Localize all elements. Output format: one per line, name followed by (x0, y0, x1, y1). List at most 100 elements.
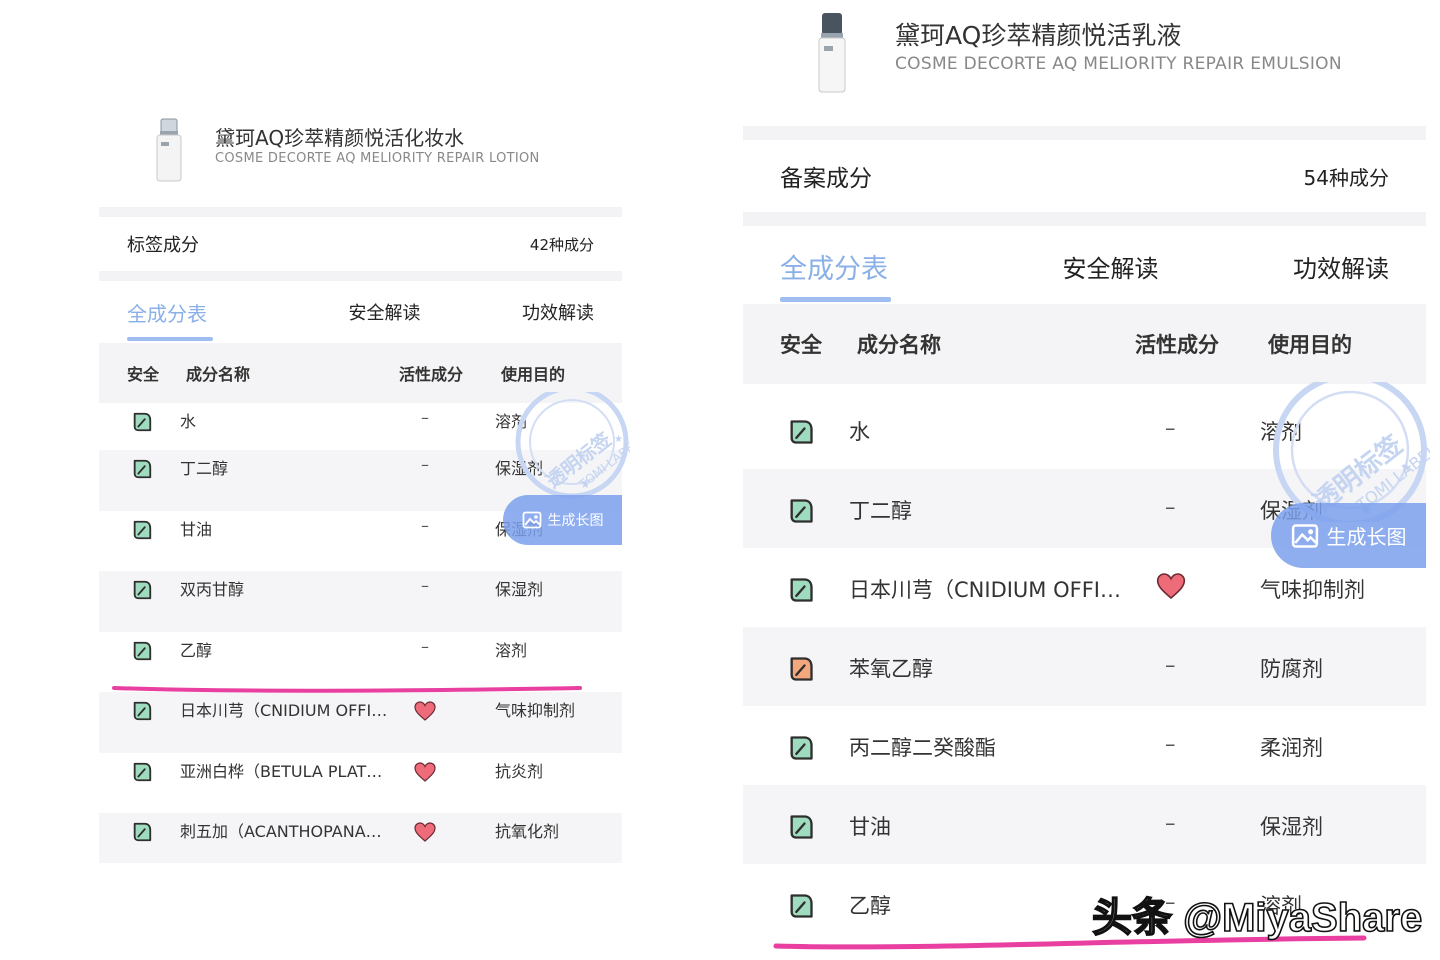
safety-leaf-icon (790, 657, 813, 681)
safety-cell (131, 640, 153, 662)
left-tab-safety-analysis[interactable]: 安全解读 (349, 299, 421, 325)
left-product-english-name: COSME DECORTE AQ MELIORITY REPAIR LOTION (215, 151, 540, 166)
active-heart-icon (414, 822, 436, 842)
ingredient-row[interactable]: 亚洲白桦（BETULA PLAT… 抗炎剂 (99, 753, 622, 814)
active-cell: – (421, 455, 429, 474)
right-ingredient-list: 水 – 溶剂丁二醇 – 保湿剂 日本川芎（CNIDIUM OFFI… 气味抑制剂苯氧乙醇 – 防… (743, 390, 1426, 960)
active-cell: – (1165, 653, 1176, 677)
ingredient-row[interactable]: 日本川芎（CNIDIUM OFFI… 气味抑制剂 (99, 692, 622, 753)
ingredient-name: 苯氧乙醇 (849, 657, 933, 681)
safety-cell (787, 576, 815, 604)
active-cell: – (421, 636, 429, 656)
ingredient-purpose: 溶剂 (495, 640, 528, 660)
active-heart-icon (414, 701, 436, 721)
left-active-tab-indicator (127, 337, 213, 341)
active-cell (413, 820, 437, 844)
left-header-safety: 安全 (127, 365, 160, 384)
safety-cell (131, 700, 153, 722)
right-ingredient-summary[interactable]: 备案成分 54种成分 (743, 140, 1426, 212)
active-cell: – (1165, 811, 1176, 835)
active-cell: – (1165, 495, 1176, 519)
right-product-english-name: COSME DECORTE AQ MELIORITY REPAIR EMULSI… (895, 54, 1342, 74)
safety-cell (131, 458, 153, 480)
safety-leaf-icon (790, 420, 813, 444)
lotion-bottle-image (156, 118, 182, 182)
ingredient-purpose: 气味抑制剂 (1260, 578, 1365, 602)
safety-cell (787, 497, 815, 525)
right-tab-safety-analysis[interactable]: 安全解读 (1063, 249, 1159, 284)
left-generate-long-image-button[interactable]: 生成长图 (503, 495, 622, 545)
active-cell: – (421, 408, 429, 427)
left-product-name: 黛珂AQ珍萃精颜悦活化妆水 (215, 126, 465, 150)
left-generate-button-label: 生成长图 (547, 513, 604, 529)
ingredient-name: 亚洲白桦（BETULA PLAT… (180, 761, 383, 781)
active-cell (1155, 570, 1187, 602)
ingredient-row[interactable]: 甘油 – 保湿剂 (743, 785, 1426, 864)
left-tab-full-ingredients[interactable]: 全成分表 (127, 298, 207, 327)
left-pink-highlight-underline (112, 686, 582, 693)
safety-leaf-icon (133, 822, 152, 842)
ingredient-row[interactable]: 双丙甘醇 – 保湿剂 (99, 571, 622, 632)
right-active-tab-indicator (780, 297, 891, 302)
safety-leaf-icon (133, 580, 152, 600)
ingredient-purpose: 气味抑制剂 (495, 701, 576, 720)
ingredient-row[interactable]: 刺五加（ACANTHOPANA… 抗氧化剂 (99, 813, 622, 863)
active-cell: – (1165, 416, 1176, 440)
left-header-active: 活性成分 (399, 365, 464, 384)
ingredient-purpose: 溶剂 (1260, 420, 1302, 444)
left-table-header: 安全 成分名称 活性成分 使用目的 (99, 343, 622, 403)
safety-cell (787, 655, 815, 683)
left-summary-count: 42种成分 (529, 235, 594, 254)
active-cell: – (1165, 732, 1176, 756)
ingredient-purpose: 保湿剂 (495, 580, 544, 599)
active-heart-icon (414, 761, 436, 782)
left-ingredient-summary[interactable]: 标签成分 42种成分 (99, 217, 622, 271)
ingredient-name: 甘油 (180, 519, 213, 539)
right-table-header: 安全 成分名称 活性成分 使用目的 (743, 304, 1426, 384)
safety-leaf-icon (790, 894, 813, 918)
right-header-name: 成分名称 (857, 333, 941, 357)
ingredient-name: 日本川芎（CNIDIUM OFFI… (849, 578, 1121, 602)
left-tab-efficacy-analysis[interactable]: 功效解读 (522, 299, 594, 325)
left-summary-label: 标签成分 (127, 235, 199, 256)
ingredient-name: 双丙甘醇 (180, 580, 245, 599)
right-generate-button-label: 生成长图 (1326, 525, 1407, 549)
right-header-purpose: 使用目的 (1268, 333, 1352, 357)
right-divider-band (743, 126, 1426, 140)
right-product-panel: 黛珂AQ珍萃精颜悦活乳液 COSME DECORTE AQ MELIORITY … (720, 0, 1440, 960)
right-tab-bar: 全成分表 安全解读 功效解读 (743, 226, 1426, 306)
safety-leaf-icon (133, 641, 152, 660)
ingredient-name: 水 (180, 412, 197, 431)
left-product-panel: 黛珂AQ珍萃精颜悦活化妆水 COSME DECORTE AQ MELIORITY… (0, 0, 720, 960)
safety-cell (131, 579, 153, 601)
ingredient-row[interactable]: 苯氧乙醇 – 防腐剂 (743, 627, 1426, 706)
right-divider-band-2 (743, 212, 1426, 226)
active-cell (413, 699, 437, 723)
ingredient-purpose: 防腐剂 (1260, 657, 1323, 681)
safety-cell (787, 813, 815, 841)
ingredient-name: 乙醇 (849, 894, 891, 918)
ingredient-row[interactable]: 丙二醇二癸酸酯 – 柔润剂 (743, 706, 1426, 785)
ingredient-row[interactable]: 水 – 溶剂 (743, 390, 1426, 469)
ingredient-purpose: 保湿剂 (495, 459, 544, 478)
ingredient-name: 甘油 (849, 815, 891, 839)
ingredient-purpose: 抗炎剂 (495, 761, 544, 781)
ingredient-name: 刺五加（ACANTHOPANA… (180, 822, 382, 841)
emulsion-bottle-image (818, 13, 846, 93)
right-generate-long-image-button[interactable]: 生成长图 (1271, 503, 1426, 568)
safety-leaf-icon (133, 459, 152, 479)
image-icon (1291, 523, 1318, 548)
active-cell: – (421, 515, 429, 535)
right-tab-full-ingredients[interactable]: 全成分表 (780, 247, 888, 286)
ingredient-row[interactable]: 水 – 溶剂 (99, 403, 622, 450)
active-cell: – (421, 576, 429, 595)
safety-cell (131, 821, 153, 843)
right-tab-efficacy-analysis[interactable]: 功效解读 (1293, 249, 1389, 284)
right-summary-count: 54种成分 (1303, 165, 1389, 190)
ingredient-purpose: 溶剂 (495, 412, 528, 431)
safety-cell (787, 734, 815, 762)
ingredient-name: 丁二醇 (180, 459, 229, 478)
toutiao-watermark: 头条 @MiyaShare (1091, 895, 1423, 941)
safety-cell (131, 519, 153, 541)
active-cell (413, 760, 437, 784)
